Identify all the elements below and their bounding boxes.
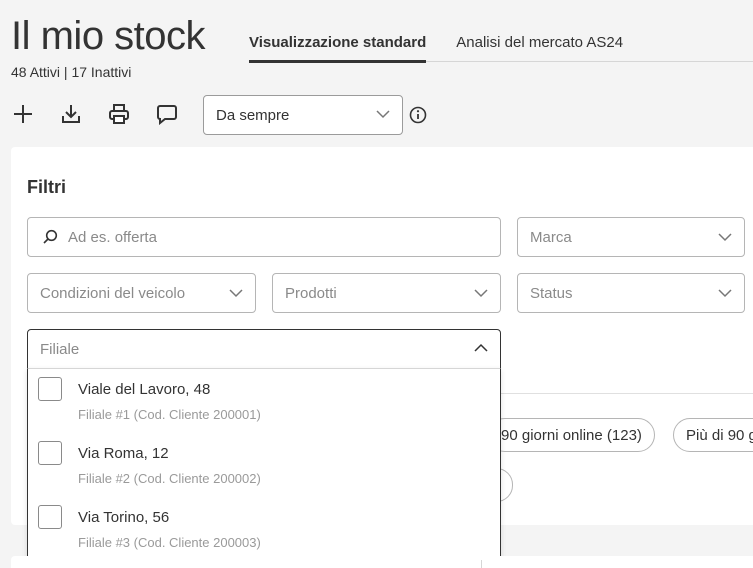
- info-icon[interactable]: [409, 106, 427, 124]
- search-icon: [43, 229, 58, 244]
- stock-counts: 48 Attivi | 17 Inattivi: [11, 64, 132, 80]
- branch-option-detail: Filiale #1 (Cod. Cliente 200001): [78, 407, 261, 422]
- checkbox[interactable]: [38, 505, 62, 529]
- chevron-down-icon: [229, 289, 243, 298]
- chevron-down-icon: [718, 289, 732, 298]
- plus-icon: [14, 105, 32, 123]
- vehicle-condition-label: Condizioni del veicolo: [40, 285, 186, 302]
- chip-90-days-online[interactable]: 90 giorni online (123): [488, 418, 655, 452]
- chip-more-than-90-days[interactable]: Più di 90 g: [673, 418, 753, 452]
- branch-option[interactable]: Via Torino, 56 Filiale #3 (Cod. Cliente …: [28, 497, 500, 561]
- chevron-down-icon: [718, 233, 732, 242]
- view-tabs: Visualizzazione standard Analisi del mer…: [249, 28, 753, 63]
- vehicle-condition-select[interactable]: Condizioni del veicolo: [27, 273, 256, 313]
- tab-standard-view[interactable]: Visualizzazione standard: [249, 28, 427, 63]
- search-placeholder: Ad es. offerta: [68, 229, 157, 246]
- brand-label: Marca: [530, 229, 572, 246]
- download-icon: [62, 105, 80, 123]
- branch-option[interactable]: Via Roma, 12 Filiale #2 (Cod. Cliente 20…: [28, 433, 500, 497]
- export-button[interactable]: [57, 100, 85, 128]
- search-input[interactable]: Ad es. offerta: [27, 217, 501, 257]
- branch-label: Filiale: [40, 341, 80, 358]
- print-button[interactable]: [105, 100, 133, 128]
- page: Il mio stock 48 Attivi | 17 Inattivi Vis…: [0, 0, 753, 568]
- comment-button[interactable]: [153, 100, 181, 128]
- comment-icon: [157, 105, 177, 125]
- chevron-down-icon: [474, 289, 488, 298]
- divider: [500, 393, 753, 394]
- branch-option-detail: Filiale #3 (Cod. Cliente 200003): [78, 535, 261, 550]
- chevron-up-icon: [474, 343, 488, 352]
- divider: [481, 560, 482, 568]
- page-title: Il mio stock: [11, 14, 206, 58]
- branch-option-name: Via Roma, 12: [78, 445, 169, 462]
- branch-dropdown-menu: Viale del Lavoro, 48 Filiale #1 (Cod. Cl…: [27, 368, 501, 562]
- add-button[interactable]: [9, 100, 37, 128]
- products-label: Prodotti: [285, 285, 337, 302]
- products-select[interactable]: Prodotti: [272, 273, 501, 313]
- branch-option-name: Via Torino, 56: [78, 509, 170, 526]
- branch-option-name: Viale del Lavoro, 48: [78, 381, 211, 398]
- chevron-down-icon: [376, 110, 390, 119]
- print-icon: [109, 104, 129, 124]
- checkbox[interactable]: [38, 441, 62, 465]
- branch-option-detail: Filiale #2 (Cod. Cliente 200002): [78, 471, 261, 486]
- checkbox[interactable]: [38, 377, 62, 401]
- status-select[interactable]: Status: [517, 273, 745, 313]
- filters-heading: Filtri: [27, 177, 66, 197]
- branch-option[interactable]: Viale del Lavoro, 48 Filiale #1 (Cod. Cl…: [28, 369, 500, 433]
- results-card: [11, 556, 753, 568]
- brand-select[interactable]: Marca: [517, 217, 745, 257]
- status-label: Status: [530, 285, 573, 302]
- period-select[interactable]: Da sempre: [203, 95, 403, 135]
- branch-select[interactable]: Filiale: [27, 329, 501, 369]
- tab-market-analysis[interactable]: Analisi del mercato AS24: [456, 28, 623, 62]
- period-value: Da sempre: [216, 107, 290, 124]
